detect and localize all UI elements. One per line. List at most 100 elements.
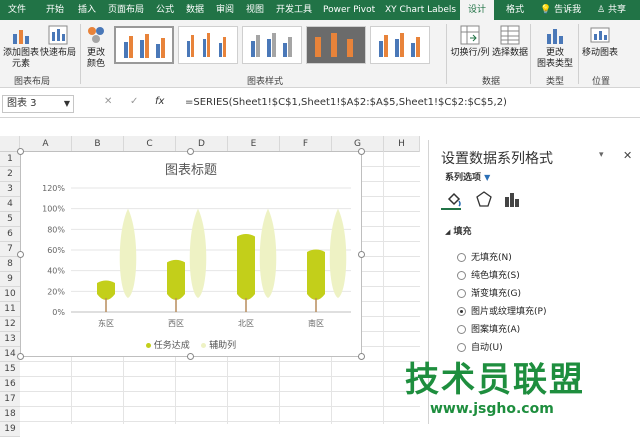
row-header[interactable]: 4: [0, 197, 20, 212]
tab-format[interactable]: 格式: [506, 0, 524, 20]
chart-style-2[interactable]: [178, 26, 238, 64]
name-box[interactable]: 图表 3 ▼: [2, 95, 74, 113]
fill-option-radio[interactable]: 纯色填充(S): [457, 268, 520, 281]
bar-series-1[interactable]: [167, 259, 185, 300]
tab-review[interactable]: 审阅: [216, 0, 234, 20]
tab-power-pivot[interactable]: Power Pivot: [323, 0, 375, 20]
pane-menu-icon[interactable]: ▾: [599, 150, 604, 160]
bar-series-2[interactable]: [329, 208, 347, 298]
ribbon: 添加图表 元素 快速布局 图表布局 更改 颜色 图表样式 切换行/列 选择数据 …: [0, 20, 640, 88]
switch-row-column-button[interactable]: 切换行/列: [450, 24, 490, 59]
row-header[interactable]: 17: [0, 392, 20, 407]
row-header[interactable]: 1: [0, 152, 20, 167]
resize-handle[interactable]: [187, 353, 194, 360]
bar-series-2[interactable]: [189, 208, 207, 298]
tell-me-search[interactable]: 💡 告诉我: [540, 0, 581, 20]
row-header[interactable]: 2: [0, 167, 20, 182]
chart-style-1[interactable]: [114, 26, 174, 64]
fill-line-icon[interactable]: [445, 190, 463, 208]
chart[interactable]: 图表标题 0% 20% 40% 60% 80% 100% 120% 东区 西区 北区 南区 任务达成…: [20, 151, 362, 357]
column-header[interactable]: A: [20, 136, 72, 152]
add-chart-element-button[interactable]: 添加图表 元素: [2, 24, 40, 70]
x-tick-label: 南区: [308, 318, 324, 328]
tab-page-layout[interactable]: 页面布局: [108, 0, 144, 20]
column-header[interactable]: E: [228, 136, 280, 152]
bar-series-2[interactable]: [119, 208, 137, 298]
group-separator: [530, 24, 531, 84]
select-data-button[interactable]: 选择数据: [492, 24, 528, 59]
series-options-icon[interactable]: [503, 190, 521, 208]
tab-view[interactable]: 视图: [246, 0, 264, 20]
row-header[interactable]: 15: [0, 362, 20, 377]
bar-series-1[interactable]: [237, 234, 255, 300]
column-header[interactable]: B: [72, 136, 124, 152]
tab-xy-chart-labels[interactable]: XY Chart Labels: [385, 0, 456, 20]
chart-style-preview: [379, 33, 420, 57]
radio-icon: [457, 289, 466, 298]
resize-handle[interactable]: [17, 353, 24, 360]
chart-style-3[interactable]: [242, 26, 302, 64]
bar-series-2[interactable]: [259, 208, 277, 298]
fill-option-radio[interactable]: 图片或纹理填充(P): [457, 304, 546, 317]
change-chart-type-button[interactable]: 更改 图表类型: [534, 24, 576, 70]
row-header[interactable]: 9: [0, 272, 20, 287]
tab-file[interactable]: 文件: [8, 0, 26, 20]
bar-series-1[interactable]: [97, 280, 115, 301]
resize-handle[interactable]: [358, 353, 365, 360]
chart-style-4[interactable]: [306, 26, 366, 64]
fill-option-label: 图案填充(A): [471, 325, 521, 335]
fill-section-header[interactable]: ◢ 填充: [445, 224, 472, 237]
cancel-icon[interactable]: ✕: [104, 96, 112, 107]
column-header[interactable]: C: [124, 136, 176, 152]
fill-option-radio[interactable]: 无填充(N): [457, 250, 512, 263]
tab-data[interactable]: 数据: [186, 0, 204, 20]
change-colors-button[interactable]: 更改 颜色: [82, 24, 110, 70]
tab-developer[interactable]: 开发工具: [276, 0, 312, 20]
column-header[interactable]: H: [384, 136, 420, 152]
row-header[interactable]: 5: [0, 212, 20, 227]
radio-icon: [457, 253, 466, 262]
resize-handle[interactable]: [187, 148, 194, 155]
row-header[interactable]: 16: [0, 377, 20, 392]
fill-option-radio[interactable]: 图案填充(A): [457, 322, 520, 335]
insert-function-icon[interactable]: fx: [155, 96, 164, 107]
row-header[interactable]: 11: [0, 302, 20, 317]
bar-series-1[interactable]: [307, 249, 325, 301]
formula-input[interactable]: =SERIES(Sheet1!$C$1,Sheet1!$A$2:$A$5,She…: [185, 97, 507, 108]
fill-option-label: 无填充(N): [471, 253, 512, 263]
chart-style-5[interactable]: [370, 26, 430, 64]
row-header[interactable]: 10: [0, 287, 20, 302]
row-header[interactable]: 19: [0, 422, 20, 437]
resize-handle[interactable]: [17, 148, 24, 155]
column-header[interactable]: D: [176, 136, 228, 152]
resize-handle[interactable]: [358, 148, 365, 155]
effects-icon[interactable]: [475, 190, 493, 208]
row-header[interactable]: 12: [0, 317, 20, 332]
group-separator: [446, 24, 447, 84]
confirm-icon[interactable]: ✓: [130, 96, 138, 107]
tab-home[interactable]: 开始: [46, 0, 64, 20]
tab-design[interactable]: 设计: [460, 0, 495, 20]
color-palette-icon: [88, 27, 104, 43]
fill-option-radio[interactable]: 渐变填充(G): [457, 286, 521, 299]
move-chart-button[interactable]: 移动图表: [580, 24, 620, 59]
resize-handle[interactable]: [358, 251, 365, 258]
tab-formulas[interactable]: 公式: [156, 0, 174, 20]
chart-legend[interactable]: 任务达成 辅助列: [21, 338, 361, 351]
person-icon: ♙: [597, 5, 606, 15]
row-header[interactable]: 3: [0, 182, 20, 197]
fill-option-label: 渐变填充(G): [471, 289, 521, 299]
share-button[interactable]: ♙ 共享: [597, 0, 626, 20]
row-header[interactable]: 6: [0, 227, 20, 242]
row-header[interactable]: 13: [0, 332, 20, 347]
quick-layout-button[interactable]: 快速布局: [38, 24, 78, 59]
close-icon[interactable]: ✕: [623, 149, 632, 162]
resize-handle[interactable]: [17, 251, 24, 258]
group-label-type: 类型: [546, 77, 565, 87]
chart-style-preview: [315, 33, 353, 57]
column-header[interactable]: F: [280, 136, 332, 152]
row-header[interactable]: 8: [0, 257, 20, 272]
tab-insert[interactable]: 插入: [78, 0, 96, 20]
row-header[interactable]: 18: [0, 407, 20, 422]
series-options-dropdown[interactable]: 系列选项 ▼: [445, 170, 490, 183]
